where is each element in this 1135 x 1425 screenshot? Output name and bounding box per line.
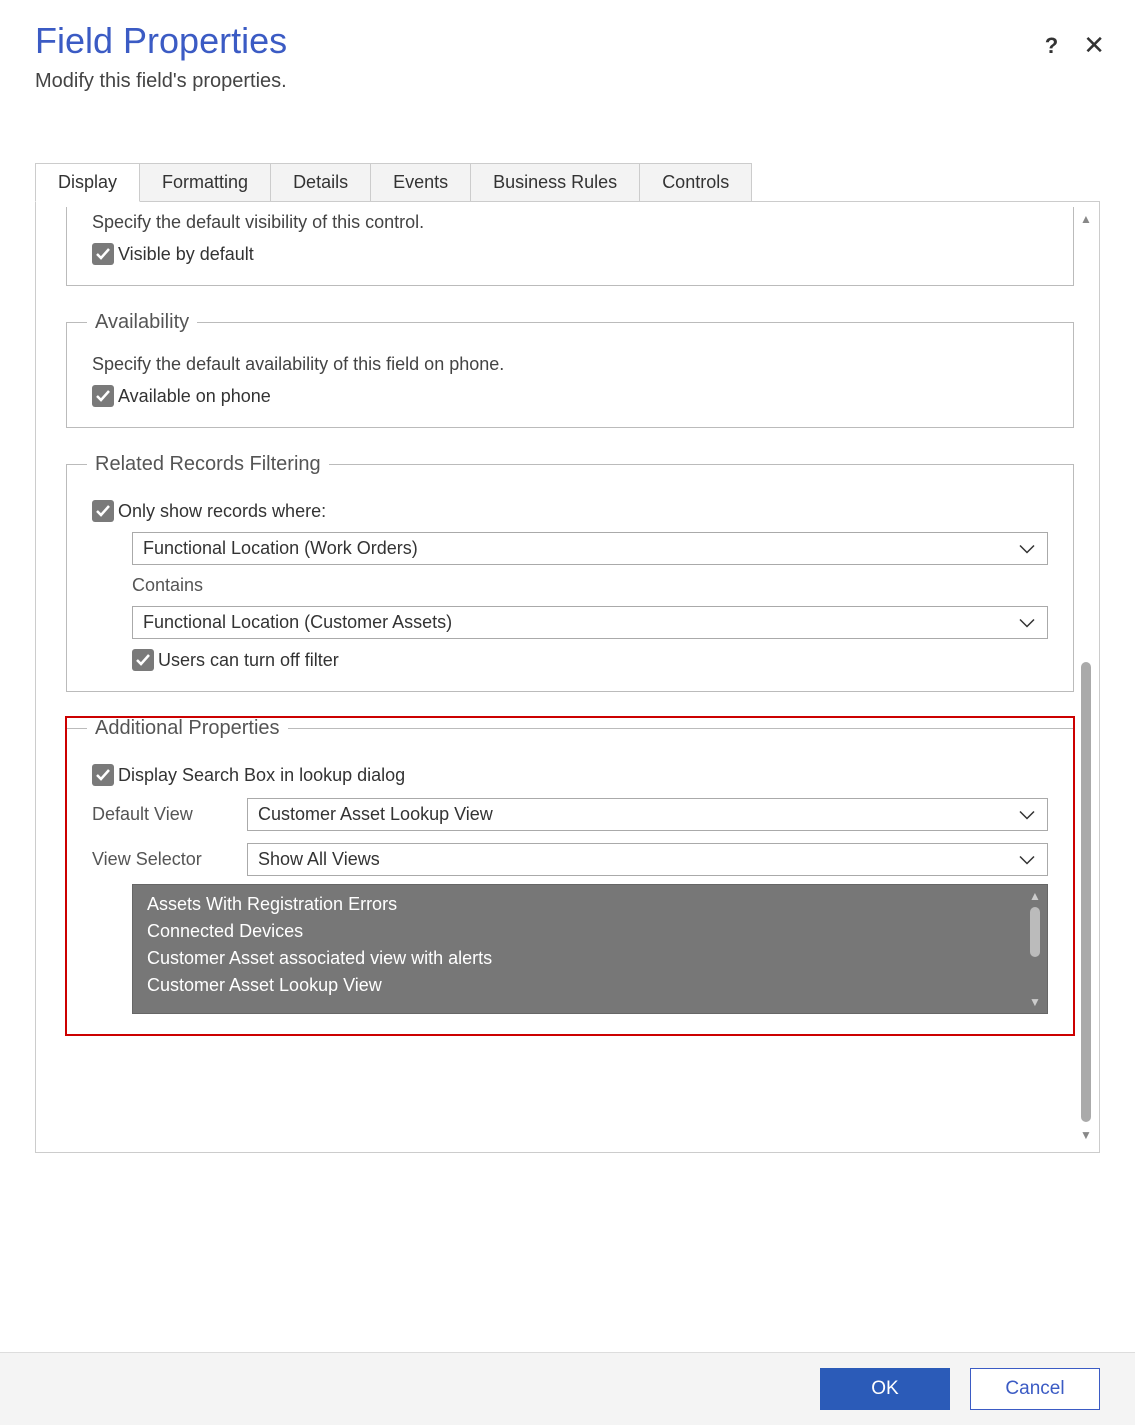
view-selector-select-wrap: Show All Views (247, 843, 1048, 876)
scroll-track[interactable] (1081, 232, 1091, 1122)
tab-events[interactable]: Events (370, 163, 471, 202)
list-item[interactable]: Customer Asset associated view with aler… (133, 945, 1023, 972)
available-on-phone-checkbox[interactable] (92, 385, 114, 407)
only-show-records-label: Only show records where: (118, 501, 326, 522)
view-selector-label: View Selector (92, 849, 247, 870)
scroll-thumb[interactable] (1030, 907, 1040, 957)
available-on-phone-label: Available on phone (118, 386, 271, 407)
related-records-filtering-section: Related Records Filtering Only show reco… (66, 453, 1074, 692)
view-selector-row: View Selector Show All Views (92, 843, 1048, 876)
ok-button[interactable]: OK (820, 1368, 950, 1410)
list-item[interactable]: Assets With Registration Errors (133, 891, 1023, 918)
header-icons: ? ✕ (1045, 30, 1105, 61)
default-view-row: Default View Customer Asset Lookup View (92, 798, 1048, 831)
default-view-label: Default View (92, 804, 247, 825)
scroll-region: Specify the default visibility of this c… (36, 202, 1099, 1152)
scroll-up-icon[interactable]: ▲ (1029, 889, 1041, 903)
users-can-turn-off-label: Users can turn off filter (158, 650, 339, 671)
display-search-box-row: Display Search Box in lookup dialog (92, 764, 1048, 786)
tab-controls[interactable]: Controls (639, 163, 752, 202)
listbox-scrollbar[interactable]: ▲ ▼ (1023, 885, 1047, 1013)
availability-section: Availability Specify the default availab… (66, 311, 1074, 428)
tab-business-rules[interactable]: Business Rules (470, 163, 640, 202)
scroll-down-icon[interactable]: ▼ (1029, 995, 1041, 1009)
scroll-up-icon[interactable]: ▲ (1080, 212, 1092, 226)
close-icon[interactable]: ✕ (1083, 30, 1105, 61)
dialog-subtitle: Modify this field's properties. (35, 70, 1100, 93)
tab-formatting[interactable]: Formatting (139, 163, 271, 202)
additional-properties-section: Additional Properties Display Search Box… (66, 717, 1074, 1035)
display-search-box-label: Display Search Box in lookup dialog (118, 765, 405, 786)
dialog-title: Field Properties (35, 20, 1100, 62)
availability-legend: Availability (87, 311, 197, 334)
availability-desc: Specify the default availability of this… (92, 354, 1048, 375)
content-panel: Specify the default visibility of this c… (35, 201, 1100, 1153)
filter-child-value: Functional Location (Customer Assets) (143, 612, 452, 632)
visibility-desc: Specify the default visibility of this c… (92, 212, 1048, 233)
tabs: Display Formatting Details Events Busine… (35, 163, 1100, 202)
contains-label: Contains (132, 575, 1048, 596)
filter-parent-select-wrap: Functional Location (Work Orders) (132, 532, 1048, 565)
chevron-down-icon (1019, 612, 1035, 633)
filter-child-select[interactable]: Functional Location (Customer Assets) (132, 606, 1048, 639)
users-can-turn-off-row: Users can turn off filter (132, 649, 1048, 671)
list-item[interactable]: Customer Asset Lookup View (133, 972, 1023, 999)
list-item[interactable]: Connected Devices (133, 918, 1023, 945)
only-show-records-checkbox[interactable] (92, 500, 114, 522)
additional-legend: Additional Properties (87, 717, 288, 740)
dialog-header: Field Properties Modify this field's pro… (0, 0, 1135, 103)
scroll-thumb[interactable] (1081, 662, 1091, 1122)
listbox-items: Assets With Registration Errors Connecte… (133, 885, 1023, 1013)
filter-parent-value: Functional Location (Work Orders) (143, 538, 418, 558)
dialog-body: Display Formatting Details Events Busine… (0, 103, 1135, 1352)
visible-by-default-checkbox[interactable] (92, 243, 114, 265)
cancel-button[interactable]: Cancel (970, 1368, 1100, 1410)
field-properties-dialog: Field Properties Modify this field's pro… (0, 0, 1135, 1425)
default-view-value: Customer Asset Lookup View (258, 804, 493, 824)
scroll-down-icon[interactable]: ▼ (1080, 1128, 1092, 1142)
visible-by-default-row: Visible by default (92, 243, 1048, 265)
chevron-down-icon (1019, 538, 1035, 559)
chevron-down-icon (1019, 804, 1035, 825)
display-search-box-checkbox[interactable] (92, 764, 114, 786)
available-on-phone-row: Available on phone (92, 385, 1048, 407)
help-icon[interactable]: ? (1045, 33, 1058, 59)
filter-parent-select[interactable]: Functional Location (Work Orders) (132, 532, 1048, 565)
dialog-footer: OK Cancel (0, 1352, 1135, 1425)
filtering-legend: Related Records Filtering (87, 453, 329, 476)
only-show-records-row: Only show records where: (92, 500, 1048, 522)
tab-details[interactable]: Details (270, 163, 371, 202)
filter-child-select-wrap: Functional Location (Customer Assets) (132, 606, 1048, 639)
default-view-select[interactable]: Customer Asset Lookup View (247, 798, 1048, 831)
visible-by-default-label: Visible by default (118, 244, 254, 265)
tab-display[interactable]: Display (35, 163, 140, 202)
view-selector-select[interactable]: Show All Views (247, 843, 1048, 876)
views-listbox[interactable]: Assets With Registration Errors Connecte… (132, 884, 1048, 1014)
panel-scrollbar[interactable]: ▲ ▼ (1077, 212, 1095, 1142)
users-can-turn-off-checkbox[interactable] (132, 649, 154, 671)
default-view-select-wrap: Customer Asset Lookup View (247, 798, 1048, 831)
visibility-section: Specify the default visibility of this c… (66, 207, 1074, 286)
chevron-down-icon (1019, 849, 1035, 870)
view-selector-value: Show All Views (258, 849, 380, 869)
